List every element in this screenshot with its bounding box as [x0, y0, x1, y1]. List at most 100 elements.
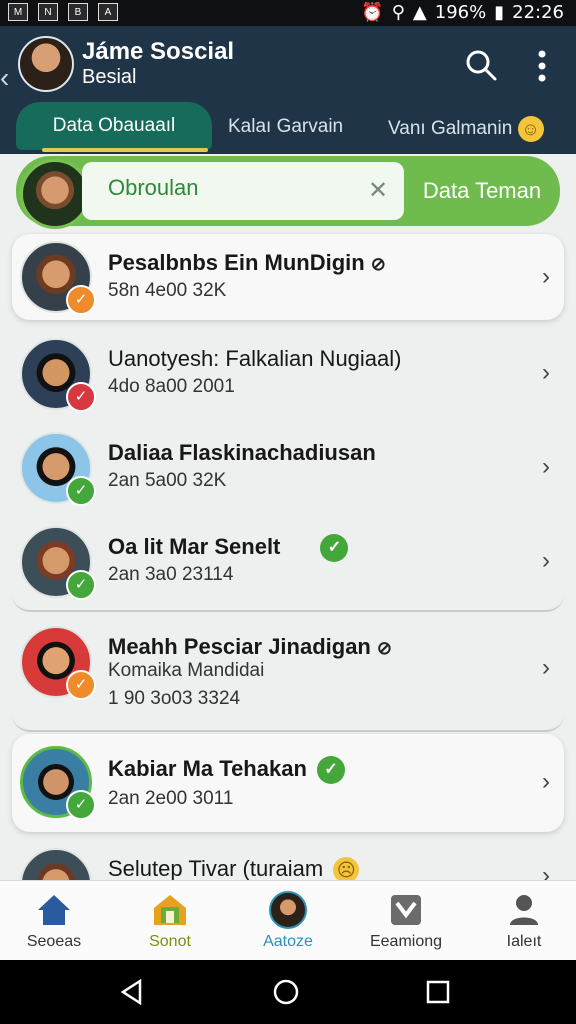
- contact-row[interactable]: ✓ Oa lit Mar Senelt ✓ 2an 3a0 23114 ›: [12, 518, 564, 612]
- contact-name: Meahh Pesciar Jinadigan ⊘: [108, 634, 392, 659]
- avatar: ✓: [20, 241, 96, 315]
- verified-outline-icon: ⊘: [376, 638, 392, 658]
- search-input[interactable]: [106, 174, 350, 202]
- notification-icon: B: [68, 3, 88, 21]
- search-row: ✕ Data Teman: [16, 156, 560, 229]
- status-bar: M N B A ⏰ ⚲ ▲ 196% ▮ 22:26: [0, 0, 576, 26]
- contact-name: Daliaa Flaskinachadiusan: [108, 440, 376, 465]
- nav-item-profile[interactable]: Ialeıt: [474, 891, 574, 951]
- avatar-icon: [269, 891, 307, 929]
- contact-name: Selutep Tivar (turaiam ☹: [108, 856, 360, 880]
- app-bar: ‹ Jáme Soscial Besial Data Obauaaıl Kala…: [0, 26, 576, 154]
- chevron-right-icon[interactable]: ›: [542, 654, 550, 682]
- contact-detail: 1 90 3o03 3324: [108, 688, 241, 709]
- avatar: ✓: [20, 626, 96, 700]
- status-check-icon: ✓: [66, 285, 96, 315]
- contact-row[interactable]: ✓ Pesalbnbs Ein MunDigin ⊘ 58n 4e00 32K ›: [12, 234, 564, 320]
- nav-label: Eeamiong: [369, 933, 443, 950]
- profile-avatar[interactable]: [18, 36, 74, 92]
- search-box[interactable]: ✕: [82, 162, 404, 220]
- smile-emoji-icon: ☺: [517, 116, 544, 142]
- tab-vani-galmanin[interactable]: Vanı Galmanin ☺: [388, 116, 544, 142]
- app-subtitle: Besial: [82, 66, 137, 88]
- clear-icon[interactable]: ✕: [368, 176, 388, 205]
- contact-detail: 2an 5a00 32K: [108, 470, 227, 491]
- nav-item-eeamiong[interactable]: Eeamiong: [356, 891, 456, 951]
- avatar: ✓: [20, 432, 96, 506]
- nav-item-aatoze[interactable]: Aatoze: [238, 891, 338, 951]
- contact-detail: 58n 4e00 32K: [108, 280, 227, 301]
- tab-bar: Data Obauaaıl Kalaı Garvain Vanı Galmani…: [0, 100, 576, 154]
- verified-outline-icon: ⊘: [370, 254, 386, 274]
- battery-percent: 196%: [434, 2, 487, 23]
- notification-icon: M: [8, 3, 28, 21]
- contact-name: Kabiar Ma Tehakan ✓: [108, 756, 345, 785]
- system-status: ⏰ ⚲ ▲ 196% ▮ 22:26: [361, 2, 564, 23]
- back-triangle-icon[interactable]: [118, 978, 146, 1006]
- wifi-icon: ⚲: [391, 2, 405, 23]
- tab-label: Vanı Galmanin: [388, 118, 513, 140]
- contact-detail: Komaika Mandidai: [108, 660, 265, 681]
- system-navigation-bar: [0, 960, 576, 1024]
- notification-icon: A: [98, 3, 118, 21]
- contact-row[interactable]: Selutep Tivar (turaiam ☹ ›: [12, 842, 564, 880]
- nav-item-home[interactable]: Seoeas: [4, 891, 104, 951]
- contact-detail: 2an 2e00 3011: [108, 788, 234, 809]
- alarm-icon: ⏰: [361, 2, 384, 23]
- contact-row[interactable]: ✓ Kabiar Ma Tehakan ✓ 2an 2e00 3011 ›: [12, 734, 564, 832]
- nav-label: Seoeas: [26, 933, 82, 950]
- contact-list: ✓ Pesalbnbs Ein MunDigin ⊘ 58n 4e00 32K ›…: [0, 232, 576, 880]
- verified-check-icon: ✓: [316, 756, 345, 785]
- search-button[interactable]: Data Teman: [406, 162, 558, 220]
- tab-kalai-garvain[interactable]: Kalaı Garvain: [228, 116, 343, 138]
- nav-label: Aatoze: [263, 933, 313, 950]
- home-icon: [38, 895, 70, 925]
- nav-item-sonot[interactable]: Sonot: [120, 891, 220, 951]
- notification-icons: M N B A: [8, 3, 118, 21]
- app-title: Jáme Soscial: [82, 38, 235, 65]
- person-icon: [510, 895, 538, 925]
- chevron-right-icon[interactable]: ›: [542, 453, 550, 481]
- contact-row[interactable]: ✓ Meahh Pesciar Jinadigan ⊘ Komaika Mandi…: [12, 618, 564, 732]
- bottom-navigation: Seoeas Sonot Aatoze Eeamiong Ialeıt: [0, 880, 576, 961]
- tab-data-obauaail[interactable]: Data Obauaaıl: [16, 102, 212, 150]
- search-icon[interactable]: [464, 48, 498, 82]
- status-check-icon: ✓: [66, 476, 96, 506]
- avatar: ✓: [20, 526, 96, 600]
- verified-check-icon: ✓: [320, 534, 349, 563]
- avatar: ✓: [20, 746, 96, 820]
- contact-name: Pesalbnbs Ein MunDigin ⊘: [108, 250, 386, 275]
- contact-detail: 4do 8a00 2001: [108, 376, 235, 397]
- contact-row[interactable]: ✓ Uanotyesh: Falkalian Nugiaal) 4do 8a00…: [12, 330, 564, 420]
- avatar: ✓: [20, 338, 96, 412]
- house-icon: [154, 895, 186, 925]
- contact-row[interactable]: ✓ Daliaa Flaskinachadiusan 2an 5a00 32K …: [12, 424, 564, 516]
- status-check-icon: ✓: [66, 670, 96, 700]
- active-tab-indicator: [42, 148, 208, 152]
- back-arrow-icon[interactable]: ‹: [0, 62, 9, 94]
- recents-square-icon[interactable]: [424, 978, 452, 1006]
- contact-name: Oa lit Mar Senelt ✓: [108, 534, 349, 563]
- home-circle-icon[interactable]: [272, 978, 300, 1006]
- search-avatar: [20, 159, 90, 229]
- avatar: [20, 848, 92, 880]
- worried-emoji-icon: ☹: [333, 857, 360, 880]
- status-check-icon: ✓: [66, 382, 96, 412]
- battery-icon: ▮: [494, 2, 505, 23]
- clock: 22:26: [512, 2, 564, 23]
- nav-label: Sonot: [149, 933, 191, 950]
- signal-icon: ▲: [412, 2, 427, 23]
- chevron-right-icon[interactable]: ›: [542, 547, 550, 575]
- chevron-right-icon[interactable]: ›: [542, 263, 550, 291]
- nav-label: Ialeıt: [506, 933, 542, 950]
- more-options-icon[interactable]: [528, 48, 556, 84]
- chevron-right-icon[interactable]: ›: [542, 768, 550, 796]
- chevron-right-icon[interactable]: ›: [542, 359, 550, 387]
- heart-shield-icon: [391, 895, 421, 925]
- chevron-right-icon[interactable]: ›: [542, 862, 550, 880]
- notification-icon: N: [38, 3, 58, 21]
- status-check-icon: ✓: [66, 570, 96, 600]
- status-check-icon: ✓: [66, 790, 96, 820]
- contact-name: Uanotyesh: Falkalian Nugiaal): [108, 346, 402, 371]
- contact-detail: 2an 3a0 23114: [108, 564, 234, 585]
